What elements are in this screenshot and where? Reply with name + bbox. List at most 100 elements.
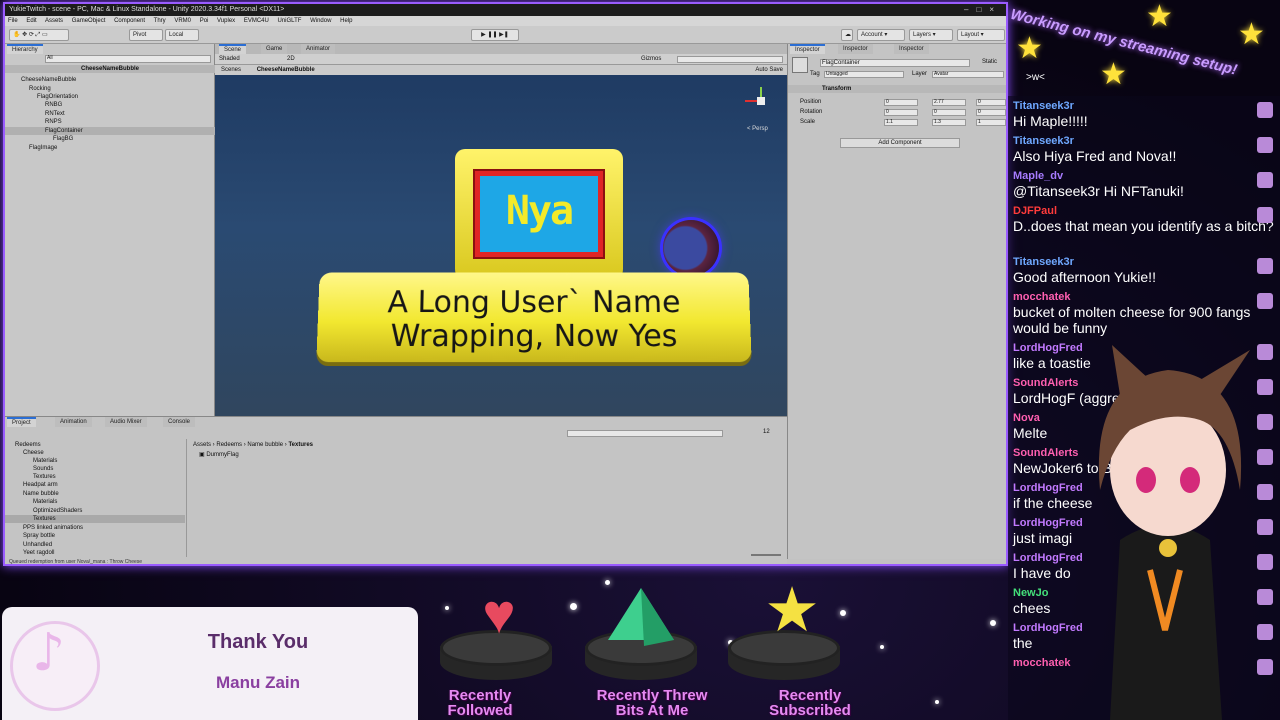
position-x[interactable]: 0 bbox=[884, 99, 918, 106]
tree-item[interactable]: PPS linked animations bbox=[23, 524, 83, 532]
object-name-field[interactable]: FlagContainer bbox=[820, 59, 970, 67]
tree-item[interactable]: Materials bbox=[33, 498, 57, 506]
chat-username[interactable]: Maple_dv bbox=[1013, 170, 1275, 183]
hierarchy-item[interactable]: FlagOrientation bbox=[5, 93, 215, 101]
tab-inspector-2[interactable]: Inspector bbox=[838, 44, 873, 54]
crumb-assets[interactable]: Assets bbox=[193, 442, 211, 448]
orientation-gizmo[interactable] bbox=[745, 87, 775, 117]
menu-help[interactable]: Help bbox=[340, 18, 352, 24]
recent-subscribed-line1: Recently bbox=[778, 687, 842, 704]
transform-tools[interactable]: ✋ ✥ ⟳ ⤢ ▭ bbox=[9, 29, 69, 41]
chat-username[interactable]: Titanseek3r bbox=[1013, 100, 1275, 113]
hierarchy-item[interactable]: RNBG bbox=[5, 101, 215, 109]
static-toggle[interactable]: Static bbox=[982, 58, 997, 66]
tab-animation[interactable]: Animation bbox=[55, 417, 92, 427]
menu-window[interactable]: Window bbox=[310, 18, 331, 24]
tree-item[interactable]: Sounds bbox=[33, 465, 53, 473]
chat-username[interactable]: mocchatek bbox=[1013, 291, 1275, 304]
scale-z[interactable]: 1 bbox=[976, 119, 1006, 126]
chat-username[interactable]: Titanseek3r bbox=[1013, 135, 1275, 148]
pivot-toggle[interactable]: Pivot bbox=[129, 29, 163, 41]
breadcrumb-object[interactable]: CheeseNameBubble bbox=[257, 67, 315, 73]
menu-edit[interactable]: Edit bbox=[26, 18, 36, 24]
tree-item[interactable]: Yeet ragdoll bbox=[23, 549, 54, 557]
layer-dropdown[interactable]: Avatar bbox=[932, 71, 1004, 78]
layout-dropdown[interactable]: Layout ▾ bbox=[957, 29, 1005, 41]
zoom-slider[interactable] bbox=[751, 554, 781, 556]
cloud-icon[interactable]: ☁ bbox=[841, 29, 853, 41]
asset-item[interactable]: ▣ DummyFlag bbox=[199, 451, 239, 459]
tab-audio-mixer[interactable]: Audio Mixer bbox=[105, 417, 147, 427]
hierarchy-item[interactable]: FlagBG bbox=[5, 135, 215, 143]
crumb-name-bubble[interactable]: Name bubble bbox=[247, 442, 283, 448]
hierarchy-item[interactable]: RNPS bbox=[5, 118, 215, 126]
tab-game[interactable]: Game bbox=[261, 44, 288, 54]
2d-toggle[interactable]: 2D bbox=[287, 55, 295, 63]
tree-item[interactable]: Headpat arm bbox=[23, 481, 58, 489]
gizmos-dropdown[interactable]: Gizmos bbox=[641, 55, 661, 63]
chat-badge-icon bbox=[1257, 172, 1273, 188]
hierarchy-item[interactable]: FlagImage bbox=[5, 144, 215, 152]
scale-y[interactable]: 1.3 bbox=[932, 119, 966, 126]
position-z[interactable]: 0 bbox=[976, 99, 1006, 106]
hierarchy-item[interactable]: RNText bbox=[5, 110, 215, 118]
play-controls[interactable]: ▶ ❚❚ ▶❚ bbox=[471, 29, 519, 41]
tree-item[interactable]: OptimizedShaders bbox=[33, 507, 82, 515]
tree-item[interactable]: Materials bbox=[33, 457, 57, 465]
transform-header[interactable]: Transform bbox=[788, 85, 1006, 93]
breadcrumb-scenes[interactable]: Scenes bbox=[221, 67, 241, 73]
menu-gameobject[interactable]: GameObject bbox=[72, 18, 106, 24]
tree-item[interactable]: Spray bottle bbox=[23, 532, 55, 540]
account-dropdown[interactable]: Account ▾ bbox=[857, 29, 905, 41]
perspective-label[interactable]: < Persp bbox=[747, 125, 768, 133]
menu-component[interactable]: Component bbox=[114, 18, 145, 24]
tree-item[interactable]: Textures bbox=[33, 473, 56, 481]
tab-hierarchy[interactable]: Hierarchy bbox=[7, 44, 43, 54]
menu-file[interactable]: File bbox=[8, 18, 18, 24]
tree-item[interactable]: Unhandled bbox=[23, 541, 52, 549]
tree-item[interactable]: Redeems bbox=[15, 441, 41, 449]
scale-x[interactable]: 1.1 bbox=[884, 119, 918, 126]
tab-inspector[interactable]: Inspector bbox=[790, 44, 825, 54]
add-component-button[interactable]: Add Component bbox=[840, 138, 960, 148]
tag-dropdown[interactable]: Untagged bbox=[824, 71, 904, 78]
menu-vrm0[interactable]: VRM0 bbox=[174, 18, 191, 24]
tab-project[interactable]: Project bbox=[7, 417, 36, 427]
menu-evmc4u[interactable]: EVMC4U bbox=[244, 18, 269, 24]
tree-item[interactable]: Name bubble bbox=[23, 490, 59, 498]
menu-vuplex[interactable]: Vuplex bbox=[217, 18, 235, 24]
tree-item-selected[interactable]: Textures bbox=[5, 515, 185, 523]
rotation-z[interactable]: 0 bbox=[976, 109, 1006, 116]
scene-search[interactable] bbox=[677, 56, 783, 63]
layers-dropdown[interactable]: Layers ▾ bbox=[909, 29, 953, 41]
shading-dropdown[interactable]: Shaded bbox=[219, 55, 240, 63]
local-toggle[interactable]: Local bbox=[165, 29, 199, 41]
chat-username[interactable]: DJFPaul bbox=[1013, 205, 1275, 218]
crumb-textures[interactable]: Textures bbox=[288, 442, 313, 448]
scene-viewport[interactable]: < Persp Nya A Long User` Name Wrapping, … bbox=[215, 75, 787, 416]
gameobject-icon bbox=[792, 57, 808, 73]
autosave-toggle[interactable]: Auto Save bbox=[755, 65, 783, 75]
tab-scene[interactable]: Scene bbox=[219, 44, 247, 54]
tab-console[interactable]: Console bbox=[163, 417, 196, 427]
tab-animator[interactable]: Animator bbox=[301, 44, 336, 54]
hierarchy-item[interactable]: CheeseNameBubble bbox=[5, 76, 215, 84]
chat-badge-icon bbox=[1257, 293, 1273, 309]
project-search[interactable] bbox=[567, 430, 723, 437]
menu-poi[interactable]: Poi bbox=[200, 18, 209, 24]
hierarchy-search[interactable]: All bbox=[45, 55, 211, 63]
window-controls[interactable]: –□× bbox=[964, 4, 1002, 16]
hierarchy-item-selected[interactable]: FlagContainer bbox=[5, 127, 215, 135]
rotation-x[interactable]: 0 bbox=[884, 109, 918, 116]
rotation-y[interactable]: 0 bbox=[932, 109, 966, 116]
tab-inspector-3[interactable]: Inspector bbox=[894, 44, 929, 54]
crumb-redeems[interactable]: Redeems bbox=[216, 442, 242, 448]
chat-username[interactable]: Titanseek3r bbox=[1013, 256, 1275, 269]
menu-unigltf[interactable]: UniGLTF bbox=[278, 18, 302, 24]
prefab-breadcrumb: Scenes CheeseNameBubble Auto Save bbox=[215, 65, 787, 75]
hierarchy-item[interactable]: Rocking bbox=[5, 85, 215, 93]
tree-item[interactable]: Cheese bbox=[23, 449, 44, 457]
menu-thry[interactable]: Thry bbox=[154, 18, 166, 24]
position-y[interactable]: 2.77 bbox=[932, 99, 966, 106]
menu-assets[interactable]: Assets bbox=[45, 18, 63, 24]
